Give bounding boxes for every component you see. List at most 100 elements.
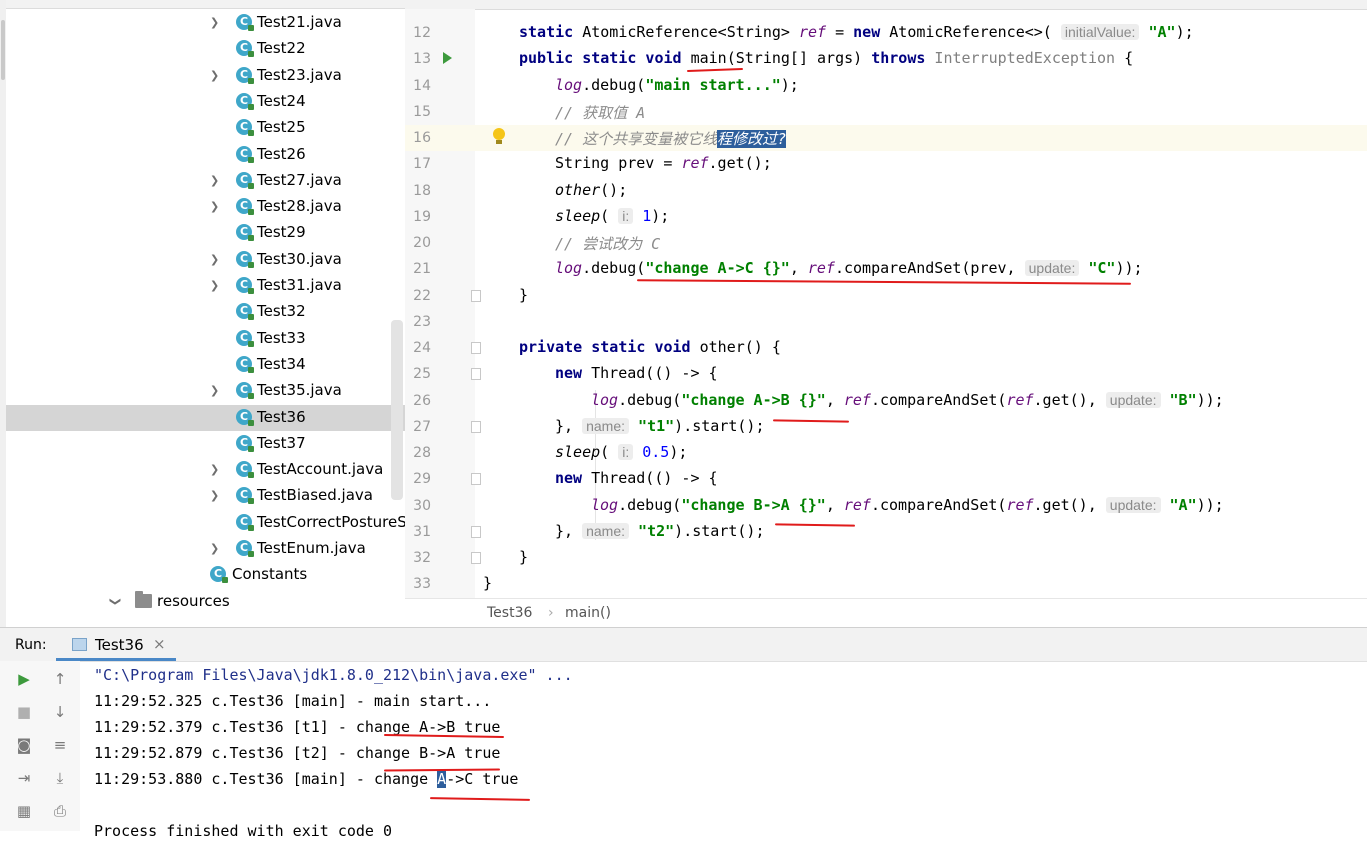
chevron-right-icon[interactable]: ❯ [210,174,220,188]
rerun-icon[interactable]: ▶ [15,671,33,687]
code-text[interactable]: private static void other() { [519,338,781,356]
code-line-26[interactable]: 26 log.debug("change A->B {}", ref.compa… [405,388,1367,414]
code-text[interactable]: log.debug("main start..."); [555,76,799,94]
tree-item[interactable]: C Test25 [6,115,405,141]
left-strip-handle[interactable] [1,20,5,80]
breadcrumb-class[interactable]: Test36 [487,605,532,621]
run-tab-test36[interactable]: Test36 × [56,628,176,661]
code-line-15[interactable]: 15 // 获取值 A [405,99,1367,125]
tree-item[interactable]: C Test26 [6,142,405,168]
tree-item[interactable]: ❯ C Test27.java [6,168,405,194]
tree-item[interactable]: C Test22 [6,36,405,62]
chevron-right-icon[interactable]: ❯ [210,489,220,503]
code-line-32[interactable]: 32 } [405,545,1367,571]
code-line-16[interactable]: 16 // 这个共享变量被它线程修改过? [405,125,1367,151]
chevron-right-icon[interactable]: ❯ [210,279,220,293]
tree-item[interactable]: C Test29 [6,220,405,246]
chevron-down-icon[interactable]: ❯ [108,597,122,607]
code-line-30[interactable]: 30 log.debug("change B->A {}", ref.compa… [405,493,1367,519]
chevron-right-icon[interactable]: ❯ [210,69,220,83]
code-line-25[interactable]: 25 new Thread(() -> { [405,361,1367,387]
code-text[interactable]: other(); [555,181,627,199]
soft-wrap-icon[interactable]: ≡ [51,737,69,753]
code-line-20[interactable]: 20 // 尝试改为 C [405,230,1367,256]
code-text[interactable]: log.debug("change B->A {}", ref.compareA… [591,496,1224,514]
tree-item[interactable]: ❯ C Test35.java [6,378,405,404]
chevron-right-icon[interactable]: ❯ [210,200,220,214]
tree-item[interactable]: C Test33 [6,326,405,352]
code-text[interactable]: new Thread(() -> { [555,469,718,487]
tree-item-constants[interactable]: C Constants [6,562,405,588]
code-text[interactable]: sleep( i: 1); [555,207,669,225]
code-line-27[interactable]: 27 }, name: "t1").start(); [405,414,1367,440]
fold-marker[interactable] [471,368,481,380]
code-text[interactable]: } [519,548,528,566]
chevron-right-icon[interactable]: ❯ [210,16,220,30]
lightbulb-icon[interactable] [492,128,506,146]
close-icon[interactable]: × [153,635,166,653]
fold-marker[interactable] [471,342,481,354]
tree-item[interactable]: ❯ C Test30.java [6,247,405,273]
tree-item[interactable]: C Test34 [6,352,405,378]
code-line-14[interactable]: 14 log.debug("main start..."); [405,73,1367,99]
print-icon[interactable]: ⎙ [51,803,69,819]
code-line-12[interactable]: 12 static AtomicReference<String> ref = … [405,20,1367,46]
code-text[interactable]: log.debug("change A->B {}", ref.compareA… [591,391,1224,409]
code-text[interactable]: String prev = ref.get(); [555,154,772,172]
tree-item[interactable]: ❯ C Test21.java [6,10,405,36]
code-text[interactable]: sleep( i: 0.5); [555,443,687,461]
tree-item[interactable]: C Test36 [6,404,405,431]
scroll-to-end-icon[interactable]: ⤓ [51,770,69,786]
chevron-right-icon[interactable]: ❯ [210,384,220,398]
code-line-13[interactable]: 13 public static void main(String[] args… [405,46,1367,72]
code-line-22[interactable]: 22 } [405,283,1367,309]
chevron-right-icon[interactable]: ❯ [210,253,220,267]
console-selection[interactable]: A [437,770,447,788]
code-line-21[interactable]: 21 log.debug("change A->C {}", ref.compa… [405,256,1367,282]
chevron-right-icon[interactable]: ❯ [210,463,220,477]
tree-item[interactable]: ❯ C TestEnum.java [6,536,405,562]
code-line-28[interactable]: 28 sleep( i: 0.5); [405,440,1367,466]
tree-item[interactable]: ❯ C Test31.java [6,273,405,299]
code-text[interactable]: log.debug("change A->C {}", ref.compareA… [555,259,1143,277]
fold-marker[interactable] [471,473,481,485]
up-arrow-icon[interactable]: ↑ [51,671,69,687]
exit-icon[interactable]: ⇥ [15,770,33,786]
tree-scrollbar[interactable] [391,320,403,500]
camera-icon[interactable]: ◙ [15,737,33,753]
code-text[interactable]: // 这个共享变量被它线程修改过? [555,128,787,149]
code-line-17[interactable]: 17 String prev = ref.get(); [405,151,1367,177]
stop-icon[interactable]: ■ [15,704,33,720]
code-line-23[interactable]: 23 [405,309,1367,335]
down-arrow-icon[interactable]: ↓ [51,704,69,720]
code-line-29[interactable]: 29 new Thread(() -> { [405,466,1367,492]
code-text[interactable]: } [519,286,528,304]
tree-item[interactable]: C Test32 [6,299,405,325]
code-text[interactable]: } [483,574,492,592]
layout-icon[interactable]: ▦ [15,803,33,819]
breadcrumb-method[interactable]: main() [565,605,611,621]
code-text[interactable]: new Thread(() -> { [555,364,718,382]
tree-item[interactable]: C Test37 [6,431,405,457]
code-line-24[interactable]: 24 private static void other() { [405,335,1367,361]
selected-text[interactable]: 程修改过? [717,130,787,148]
tree-item[interactable]: C Test24 [6,89,405,115]
fold-marker[interactable] [471,526,481,538]
run-gutter-icon[interactable] [443,52,452,64]
tree-item[interactable]: C TestCorrectPostureS [6,510,405,536]
fold-marker[interactable] [471,290,481,302]
tree-item-resources[interactable]: ❯ resources [6,589,405,615]
tree-item[interactable]: ❯ C TestBiased.java [6,483,405,509]
code-text[interactable]: public static void main(String[] args) t… [519,49,1133,67]
chevron-right-icon[interactable]: ❯ [210,542,220,556]
fold-marker[interactable] [471,552,481,564]
tree-item[interactable]: ❯ C Test28.java [6,194,405,220]
code-line-19[interactable]: 19 sleep( i: 1); [405,204,1367,230]
code-line-33[interactable]: 33 } [405,571,1367,597]
fold-marker[interactable] [471,421,481,433]
tree-item[interactable]: ❯ C TestAccount.java [6,457,405,483]
console-output[interactable]: "C:\Program Files\Java\jdk1.8.0_212\bin\… [94,661,573,840]
code-text[interactable]: }, name: "t1").start(); [555,417,764,435]
code-text[interactable]: }, name: "t2").start(); [555,522,764,540]
code-line-31[interactable]: 31 }, name: "t2").start(); [405,519,1367,545]
